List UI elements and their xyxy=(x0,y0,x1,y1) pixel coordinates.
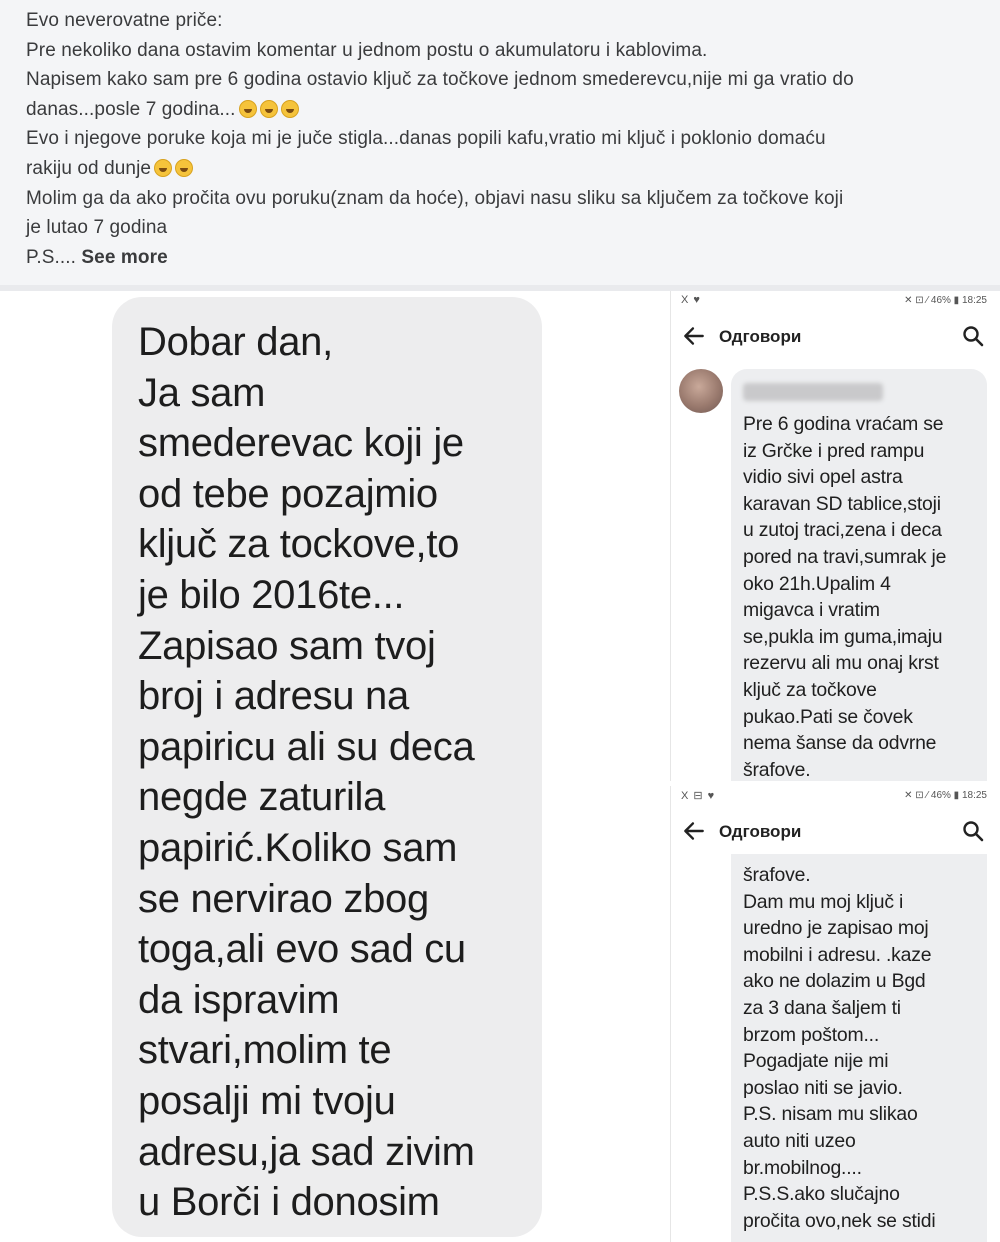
message-text-line: adresu,ja sad zivim xyxy=(138,1129,475,1174)
reply-text-line: se,pukla im guma,imaju xyxy=(743,625,943,648)
reply-text-line: oko 21h.Upalim 4 xyxy=(743,572,891,595)
phone-screenshot-2: X ⊟ ♥ ✕ ⊡ ⁄ 46% ▮ 18:25 Одговори šrafove… xyxy=(670,786,1000,1242)
post-line: Pre nekoliko dana ostavim komentar u jed… xyxy=(26,39,708,61)
laughing-emoji-icon xyxy=(259,99,278,118)
reply-text-line: uredno je zapisao moj xyxy=(743,917,929,940)
reply-text-line: nema šanse da odvrne xyxy=(743,732,937,755)
back-arrow-icon[interactable] xyxy=(681,323,707,349)
reply-text-line: šrafove. xyxy=(743,864,811,886)
post-line-last: P.S.... See more xyxy=(26,243,974,273)
reply-text-line: auto niti uzeo xyxy=(743,1129,856,1152)
search-icon[interactable] xyxy=(961,819,985,843)
reply-text-line: brzom poštom... xyxy=(743,1023,880,1046)
message-text-line: da ispravim xyxy=(138,977,340,1022)
app-bar: Одговори xyxy=(671,810,1000,854)
post-line: Evo neverovatne priče: xyxy=(26,10,223,31)
reply-bubble: Pre 6 godina vraćam se iz Grčke i pred ra… xyxy=(731,369,987,781)
reply-text-line: br.mobilnog.... xyxy=(743,1156,862,1179)
app-bar: Одговори xyxy=(671,315,1000,359)
message-text-line: od tebe pozajmio xyxy=(138,471,438,516)
message-text-line: Zapisao sam tvoj xyxy=(138,623,436,668)
post-line: Evo i njegove poruke koja mi je juče sti… xyxy=(26,128,826,150)
message-text-line: negde zaturila xyxy=(138,775,386,820)
message-text-line: papiricu ali su deca xyxy=(138,724,475,769)
message-bubble: Dobar dan, Ja sam smederevac koji je od teb… xyxy=(112,297,542,1237)
reply-text-line: ključ za točkove xyxy=(743,678,877,701)
status-left: X ⊟ ♥ xyxy=(681,790,716,802)
reply-text-line: mobilni i adresu. .kaze xyxy=(743,943,932,966)
post-line-with-emoji: rakiju od dunje xyxy=(26,154,974,184)
message-text-line: stvari,molim te xyxy=(138,1028,392,1073)
reply-text-line: u zutoj traci,zena i deca xyxy=(743,519,942,542)
back-arrow-icon[interactable] xyxy=(681,818,707,844)
laughing-emoji-icon xyxy=(280,99,299,118)
status-right: ✕ ⊡ ⁄ 46% ▮ 18:25 xyxy=(904,295,987,306)
reply-text-line: pukao.Pati se čovek xyxy=(743,705,913,728)
message-text-line: ključ za tockove,to xyxy=(138,522,460,567)
status-bar: X ♥ ✕ ⊡ ⁄ 46% ▮ 18:25 xyxy=(671,291,1000,313)
page-title: Одговори xyxy=(719,822,802,841)
see-more-link[interactable]: See more xyxy=(81,247,167,268)
reply-text-line: Pre 6 godina vraćam se xyxy=(743,413,944,435)
reply-text-line: za 3 dana šaljem ti xyxy=(743,996,901,1019)
post-line-text: danas...posle 7 godina... xyxy=(26,98,236,120)
reply-text-line: rezervu ali mu onaj krst xyxy=(743,652,939,675)
avatar[interactable] xyxy=(679,369,723,413)
reply-text-line: iz Grčke i pred rampu xyxy=(743,439,925,462)
status-right: ✕ ⊡ ⁄ 46% ▮ 18:25 xyxy=(904,790,987,801)
message-text-line: smederevac koji je xyxy=(138,421,464,466)
post-line-text: P.S.... xyxy=(26,246,76,268)
reply-text: Pre 6 godina vraćam se iz Grčke i pred ra… xyxy=(743,411,987,781)
message-text-line: papirić.Koliko sam xyxy=(138,825,458,870)
page-title: Одговори xyxy=(719,327,802,346)
post-line-text: rakiju od dunje xyxy=(26,157,152,179)
status-left: X ♥ xyxy=(681,294,701,306)
blurred-author-name xyxy=(743,383,883,401)
reply-text: šrafove. Dam mu moj ključ i uredno je zapi… xyxy=(743,862,987,1234)
post-line: je lutao 7 godina xyxy=(26,217,168,239)
reply-bubble: šrafove. Dam mu moj ključ i uredno je zapi… xyxy=(731,854,987,1242)
message-text-line: Ja sam xyxy=(138,370,266,415)
message-screenshot: Dobar dan, Ja sam smederevac koji je od teb… xyxy=(0,291,665,1242)
message-text-line: posalji mi tvoju xyxy=(138,1078,396,1123)
reply-text-line: ako ne dolazim u Bgd xyxy=(743,970,926,993)
post-line-with-emoji: danas...posle 7 godina... xyxy=(26,95,974,125)
message-text-line: je bilo 2016te... xyxy=(138,572,405,617)
reply-text-line: šrafove. xyxy=(743,758,811,781)
laughing-emoji-icon xyxy=(154,158,173,177)
reply-text-line: poslao niti se javio. xyxy=(743,1076,903,1099)
message-text: Dobar dan, Ja sam smederevac koji je od teb… xyxy=(138,317,542,1228)
phone-screenshot-1: X ♥ ✕ ⊡ ⁄ 46% ▮ 18:25 Одговори Pre 6 god… xyxy=(670,291,1000,781)
reply-text-line: Dam mu moj ključ i xyxy=(743,890,904,913)
reply-text-line: pored na travi,sumrak je xyxy=(743,545,947,568)
status-bar: X ⊟ ♥ ✕ ⊡ ⁄ 46% ▮ 18:25 xyxy=(671,786,1000,808)
reply-text-line: karavan SD tablice,stoji xyxy=(743,492,941,515)
reply-text-line: pročita ovo,nek se stidi xyxy=(743,1209,936,1232)
reply-text-line: Pogadjate nije mi xyxy=(743,1050,889,1073)
laughing-emoji-icon xyxy=(238,99,257,118)
search-icon[interactable] xyxy=(961,324,985,348)
message-text-line: toga,ali evo sad cu xyxy=(138,927,466,972)
post-line: Molim ga da ako pročita ovu poruku(znam … xyxy=(26,187,844,209)
laughing-emoji-icon xyxy=(175,158,194,177)
reply-text-line: P.S. nisam mu slikao xyxy=(743,1103,918,1126)
post-line: Napisem kako sam pre 6 godina ostavio kl… xyxy=(26,69,854,91)
message-text-line: broj i adresu na xyxy=(138,674,409,719)
message-text-line: Dobar dan, xyxy=(138,320,333,364)
message-text-line: se nervirao zbog xyxy=(138,876,429,921)
reply-text-line: migavca i vratim xyxy=(743,599,880,622)
message-text-line: u Borči i donosim xyxy=(138,1180,440,1225)
reply-text-line: P.S.S.ako slučajno xyxy=(743,1183,900,1206)
reply-text-line: vidio sivi opel astra xyxy=(743,466,903,489)
post-text-container: Evo neverovatne priče: Pre nekoliko dana… xyxy=(0,0,1000,285)
